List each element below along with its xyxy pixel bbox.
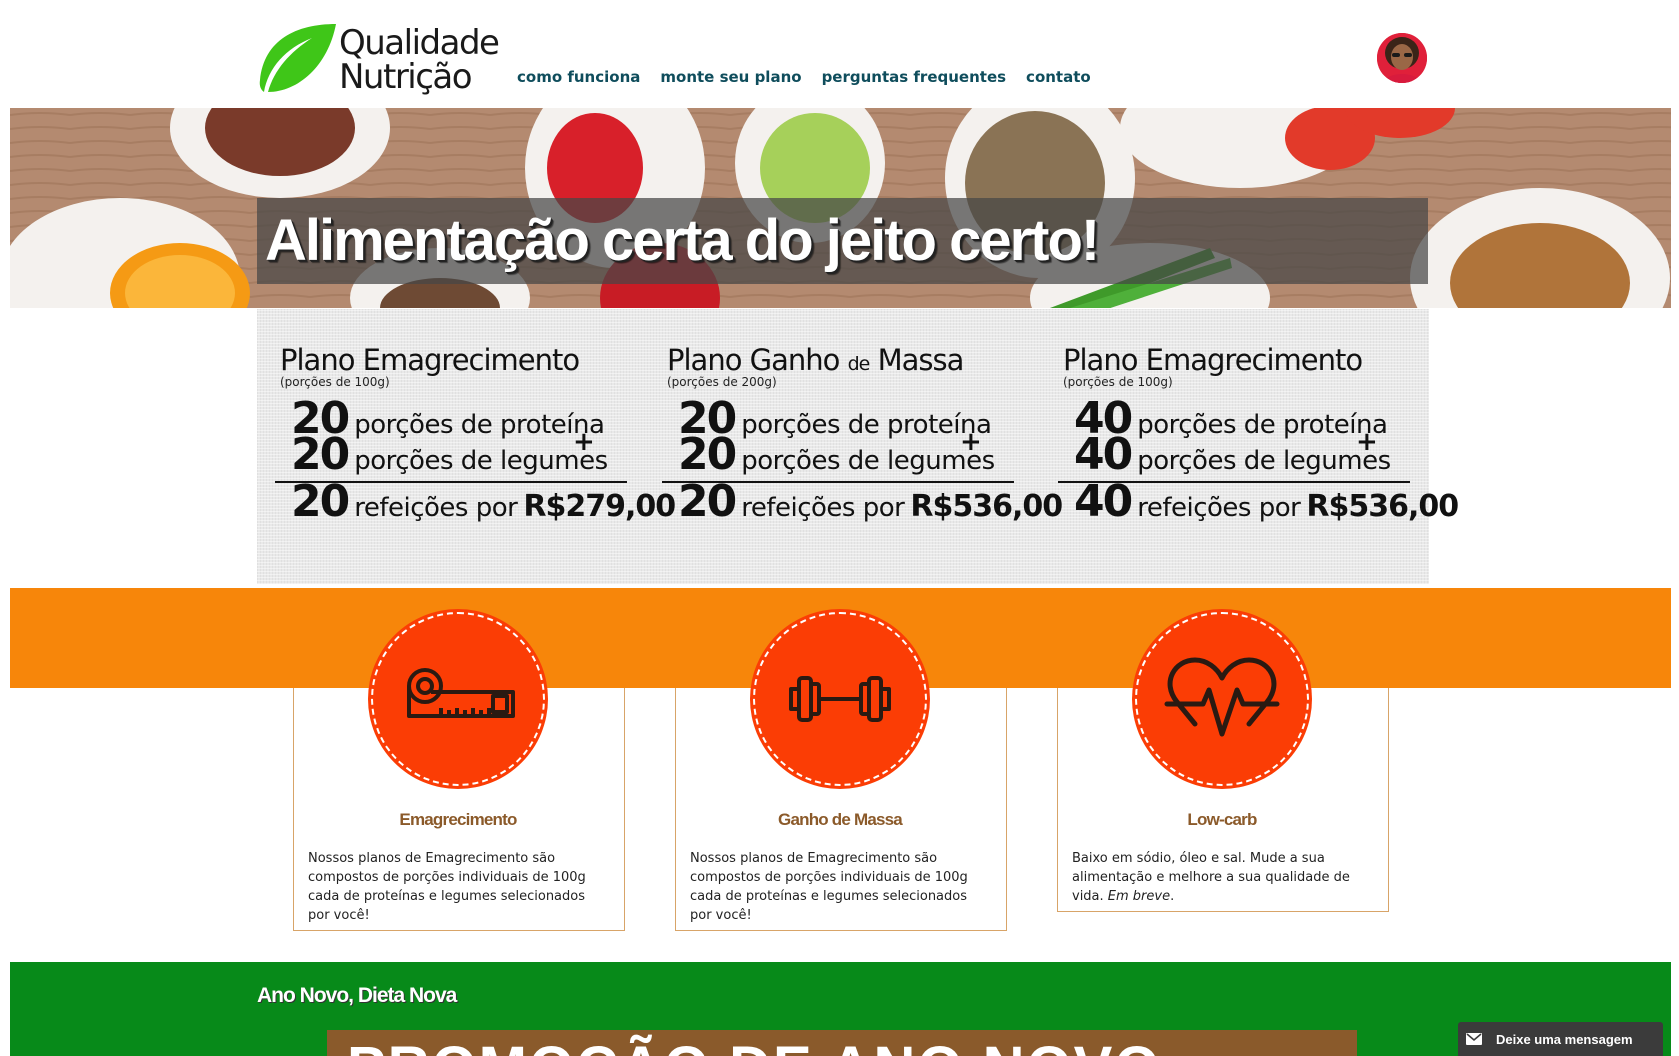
feature-title: Ganho de Massa <box>778 810 903 829</box>
feature-title: Low-carb <box>1187 810 1257 829</box>
plan-meals-row: 20 refeições por R$279,00 <box>291 476 676 527</box>
dumbbell-icon <box>789 676 891 722</box>
feature-description: Nossos planos de Emagrecimento são compo… <box>308 851 586 923</box>
plan-title: Plano Ganho de Massa <box>667 343 964 377</box>
plan-subtitle: (porções de 100g) <box>1063 375 1173 389</box>
meals-qty: 20 <box>291 476 350 527</box>
plus-sign: + <box>573 427 595 457</box>
leave-message-label: Deixe uma mensagem <box>1496 1031 1633 1047</box>
logo-wordmark: Qualidade Nutrição <box>339 23 500 97</box>
logo-line-2: Nutrição <box>339 57 473 97</box>
feature-description: Baixo em sódio, óleo e sal. Mude a sua a… <box>1072 851 1350 904</box>
plan-subtitle: (porções de 100g) <box>280 375 390 389</box>
measuring-tape-icon <box>407 668 515 718</box>
veg-qty: 20 <box>678 429 737 480</box>
promo-banner-text: PROMOÇÃO DE ANO NOVO <box>347 1034 1161 1056</box>
plan-title: Plano Emagrecimento <box>1063 343 1363 377</box>
plan-card[interactable]: Plano Emagrecimento (porções de 100g) 40… <box>1040 309 1459 584</box>
nav-perguntas-frequentes[interactable]: perguntas frequentes <box>822 68 1006 86</box>
plus-sign: + <box>960 427 982 457</box>
veg-label: porções de legumes <box>741 446 995 476</box>
feature-description: Nossos planos de Emagrecimento são compo… <box>690 851 968 923</box>
plan-veg-row: 20 porções de legumes <box>678 429 995 480</box>
plan-veg-row: 20 porções de legumes <box>291 429 608 480</box>
plan-subtitle: (porções de 200g) <box>667 375 777 389</box>
avatar-photo <box>1377 33 1427 83</box>
avatar[interactable] <box>1377 33 1427 83</box>
feature-badge <box>1132 609 1312 789</box>
meals-qty: 20 <box>678 476 737 527</box>
veg-qty: 40 <box>1074 429 1133 480</box>
plus-sign: + <box>1356 427 1378 457</box>
meals-label: refeições por <box>741 493 905 523</box>
promo-section: Ano Novo, Dieta Nova PROMOÇÃO DE ANO NOV… <box>10 962 1671 1056</box>
plan-meals-row: 20 refeições por R$536,00 <box>678 476 1063 527</box>
veg-qty: 20 <box>291 429 350 480</box>
promo-banner[interactable]: PROMOÇÃO DE ANO NOVO <box>327 1030 1357 1056</box>
plan-title: Plano Emagrecimento <box>280 343 580 377</box>
logo[interactable]: Qualidade Nutrição <box>256 22 500 97</box>
nav-como-funciona[interactable]: como funciona <box>517 68 640 86</box>
hero-banner: Alimentação certa do jeito certo! <box>10 108 1671 308</box>
plans-panel: Plano Emagrecimento (porções de 100g) 20… <box>257 309 1459 584</box>
feature-badge <box>750 609 930 789</box>
nav-monte-seu-plano[interactable]: monte seu plano <box>660 68 801 86</box>
nav-contato[interactable]: contato <box>1026 68 1091 86</box>
feature-badge <box>368 609 548 789</box>
leave-message-button[interactable]: Deixe uma mensagem <box>1458 1022 1663 1056</box>
main-nav: como funciona monte seu plano perguntas … <box>517 68 1091 86</box>
promo-section-title: Ano Novo, Dieta Nova <box>257 984 457 1007</box>
plan-price: R$536,00 <box>1306 489 1459 524</box>
feature-title: Emagrecimento <box>399 810 517 829</box>
hero-title-band: Alimentação certa do jeito certo! <box>257 198 1428 284</box>
logo-line-1: Qualidade <box>339 23 500 63</box>
hero-title: Alimentação certa do jeito certo! <box>265 208 1100 273</box>
veg-label: porções de legumes <box>1137 446 1391 476</box>
mail-icon <box>1466 1033 1482 1045</box>
plan-card[interactable]: Plano Emagrecimento (porções de 100g) 20… <box>257 309 676 584</box>
plan-meals-row: 40 refeições por R$536,00 <box>1074 476 1459 527</box>
heartbeat-icon <box>1164 657 1280 737</box>
leaf-logo-icon <box>259 24 336 92</box>
plan-veg-row: 40 porções de legumes <box>1074 429 1391 480</box>
veg-label: porções de legumes <box>354 446 608 476</box>
coming-soon-note: Em breve <box>1107 889 1171 904</box>
meals-label: refeições por <box>1137 493 1301 523</box>
meals-label: refeições por <box>354 493 518 523</box>
plan-card[interactable]: Plano Ganho de Massa (porções de 200g) 2… <box>644 309 1063 584</box>
meals-qty: 40 <box>1074 476 1133 527</box>
